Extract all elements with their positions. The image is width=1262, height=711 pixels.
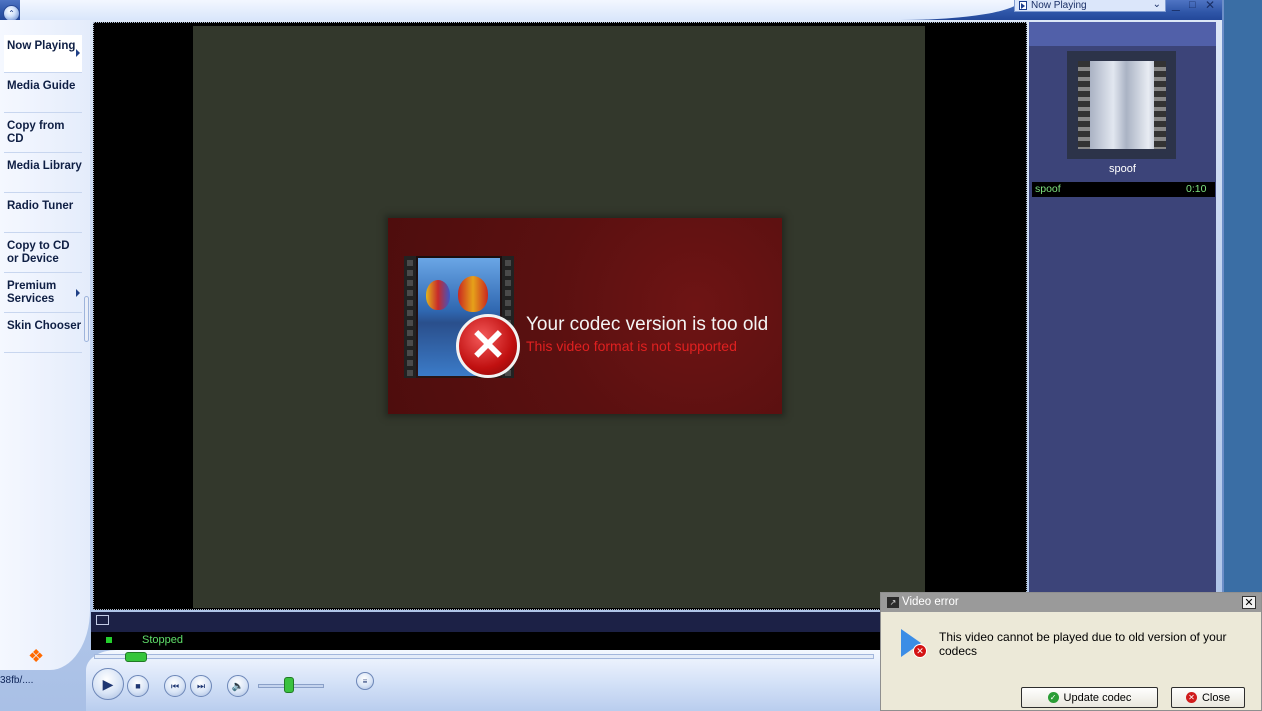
chevron-right-icon <box>76 49 80 57</box>
sidebar-item-radio-tuner[interactable]: Radio Tuner <box>4 195 82 233</box>
minimize-icon[interactable]: _ <box>1172 0 1180 11</box>
track-duration: 0:10 <box>1186 183 1207 195</box>
film-reel-icon <box>1077 61 1166 149</box>
next-button[interactable]: ⏭ <box>190 675 212 697</box>
dialog-title-bar: ↗ Video error ✕ <box>881 593 1261 612</box>
sidebar-bottom-label: 38fb/.... <box>0 675 34 686</box>
play-button[interactable]: ▶ <box>92 668 124 700</box>
previous-button[interactable]: ⏮ <box>164 675 186 697</box>
update-codec-button[interactable]: ✓ Update codec <box>1021 687 1158 708</box>
seek-bar[interactable] <box>94 654 874 659</box>
dialog-close-icon[interactable]: ✕ <box>1242 596 1256 609</box>
update-codec-label: Update codec <box>1063 691 1132 704</box>
banner-title: Your codec version is too old <box>526 314 769 335</box>
close-button[interactable]: ✕ Close <box>1171 687 1245 708</box>
sidebar-item-media-library[interactable]: Media Library <box>4 155 82 193</box>
sidebar-item-label: Copy to CD or Device <box>7 240 70 265</box>
sidebar-item-now-playing[interactable]: Now Playing <box>4 35 82 73</box>
banner-subtitle: This video format is not supported <box>526 338 737 354</box>
volume-thumb[interactable] <box>284 677 294 693</box>
seek-thumb[interactable] <box>125 652 147 662</box>
status-text: Stopped <box>142 634 183 646</box>
windows-logo-icon: ❖ <box>28 646 45 666</box>
now-playing-icon <box>1019 1 1027 10</box>
sidebar-item-label: Now Playing <box>7 40 76 52</box>
sidebar-item-copy-to-cd[interactable]: Copy to CD or Device <box>4 235 82 273</box>
now-playing-dropdown-label: Now Playing <box>1031 0 1087 11</box>
sidebar-item-label: Premium Services <box>7 280 57 305</box>
video-settings-icon[interactable] <box>96 615 109 625</box>
status-indicator-icon <box>106 637 112 643</box>
album-title: spoof <box>1109 163 1136 175</box>
dialog-app-icon: ↗ <box>887 597 899 608</box>
sidebar-item-copy-from-cd[interactable]: Copy from CD <box>4 115 82 153</box>
media-error-icon: ✕ <box>901 629 927 659</box>
sidebar-item-label: Radio Tuner <box>7 200 74 212</box>
now-playing-dropdown[interactable]: Now Playing ⌄ <box>1014 0 1166 12</box>
title-bar-highlight <box>20 0 1020 20</box>
track-name: spoof <box>1035 183 1061 195</box>
status-bar <box>91 632 881 650</box>
sidebar-item-label: Skin Chooser <box>7 320 82 332</box>
error-x-icon: ✕ <box>456 314 520 378</box>
chevron-right-icon <box>76 289 80 297</box>
chevron-down-icon: ⌄ <box>1152 0 1161 10</box>
sidebar-item-media-guide[interactable]: Media Guide <box>4 75 82 113</box>
maximize-icon[interactable]: □ <box>1189 0 1196 11</box>
video-error-dialog: ↗ Video error ✕ ✕ This video cannot be p… <box>880 592 1262 711</box>
sidebar-item-premium-services[interactable]: Premium Services <box>4 275 82 313</box>
sidebar-toggle-handle[interactable] <box>84 296 89 342</box>
album-art[interactable] <box>1067 51 1176 159</box>
sidebar-item-label: Copy from CD <box>7 120 65 145</box>
close-x-icon: ✕ <box>1185 692 1197 703</box>
close-label: Close <box>1201 691 1231 704</box>
mute-button[interactable]: 🔈 <box>227 675 249 697</box>
stop-button[interactable]: ■ <box>127 675 149 697</box>
taskbar-sidebar: Now Playing Media Guide Copy from CD Med… <box>0 20 90 670</box>
sidebar-item-label: Media Library <box>7 160 82 172</box>
info-bar <box>91 612 881 632</box>
sidebar-item-label: Media Guide <box>7 80 76 92</box>
close-icon[interactable]: ✕ <box>1205 0 1215 12</box>
codec-error-banner: ✕ Your codec version is too old This vid… <box>388 218 782 414</box>
dialog-message: This video cannot be played due to old v… <box>939 630 1227 658</box>
equalizer-button[interactable]: ≡ <box>356 672 374 690</box>
dialog-title: Video error <box>902 596 959 608</box>
sidebar-item-skin-chooser[interactable]: Skin Chooser <box>4 315 82 353</box>
shield-check-icon: ✓ <box>1047 692 1059 703</box>
playlist-header <box>1029 22 1216 46</box>
